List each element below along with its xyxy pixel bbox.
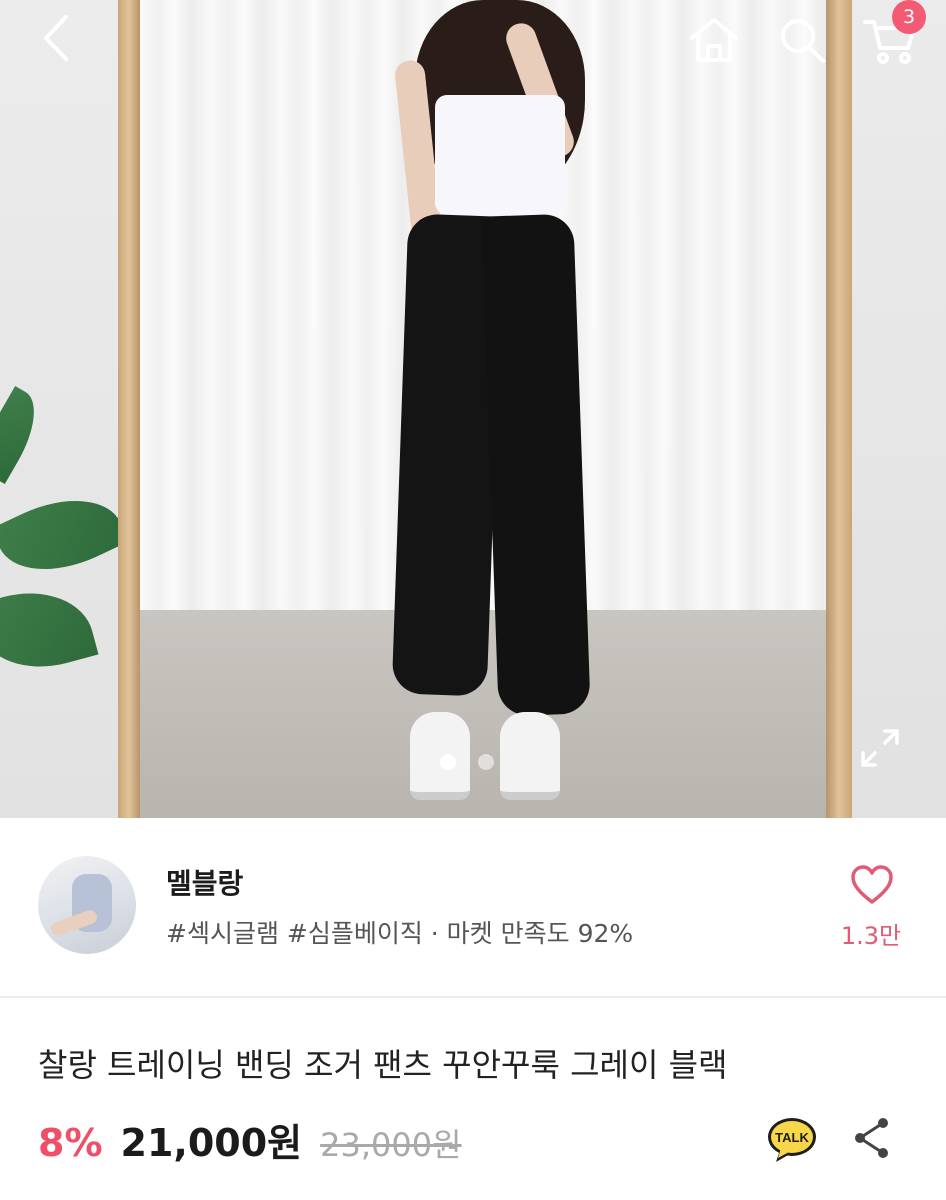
discount-rate: 8% — [38, 1121, 103, 1165]
like-button[interactable] — [838, 864, 906, 912]
expand-image-button[interactable] — [856, 724, 904, 772]
heart-icon — [851, 865, 893, 904]
store-info[interactable]: 멜블랑 #섹시글램 #심플베이직 · 마켓 만족도 92% 1.3만 — [0, 818, 946, 998]
share-icon — [855, 1118, 888, 1158]
mirror-frame-right — [826, 0, 852, 818]
store-avatar[interactable] — [38, 856, 136, 954]
pagination-dot[interactable] — [478, 754, 494, 770]
home-button[interactable] — [686, 12, 742, 68]
original-price: 23,000원 — [320, 1126, 462, 1164]
talk-label: TALK — [775, 1130, 809, 1145]
product-title: 찰랑 트레이닝 밴딩 조거 팬츠 꾸안꾸룩 그레이 블랙 — [38, 1046, 728, 1084]
store-tags: #섹시글램 #심플베이직 · 마켓 만족도 92% — [166, 919, 634, 948]
store-name[interactable]: 멜블랑 — [166, 862, 243, 902]
photo-wall-right — [850, 0, 946, 818]
expand-icon — [861, 729, 899, 767]
search-button[interactable] — [774, 12, 830, 68]
sale-price: 21,000원 — [120, 1121, 303, 1165]
talk-bubble-icon: TALK — [768, 1118, 816, 1162]
home-icon — [690, 18, 738, 62]
share-button[interactable] — [852, 1116, 892, 1160]
image-pagination — [440, 752, 510, 772]
cart-count-badge: 3 — [892, 0, 926, 34]
pagination-dot-active[interactable] — [440, 754, 456, 770]
back-button[interactable] — [30, 10, 86, 66]
like-count: 1.3만 — [840, 922, 902, 950]
chevron-left-icon — [44, 15, 68, 61]
search-icon — [781, 19, 825, 63]
price-row: 8% 21,000원 23,000원 — [38, 1112, 462, 1166]
mirror-frame-left — [118, 0, 140, 818]
model-figure — [391, 0, 605, 818]
kakao-talk-button[interactable]: TALK — [766, 1116, 818, 1164]
product-image[interactable] — [0, 0, 946, 818]
